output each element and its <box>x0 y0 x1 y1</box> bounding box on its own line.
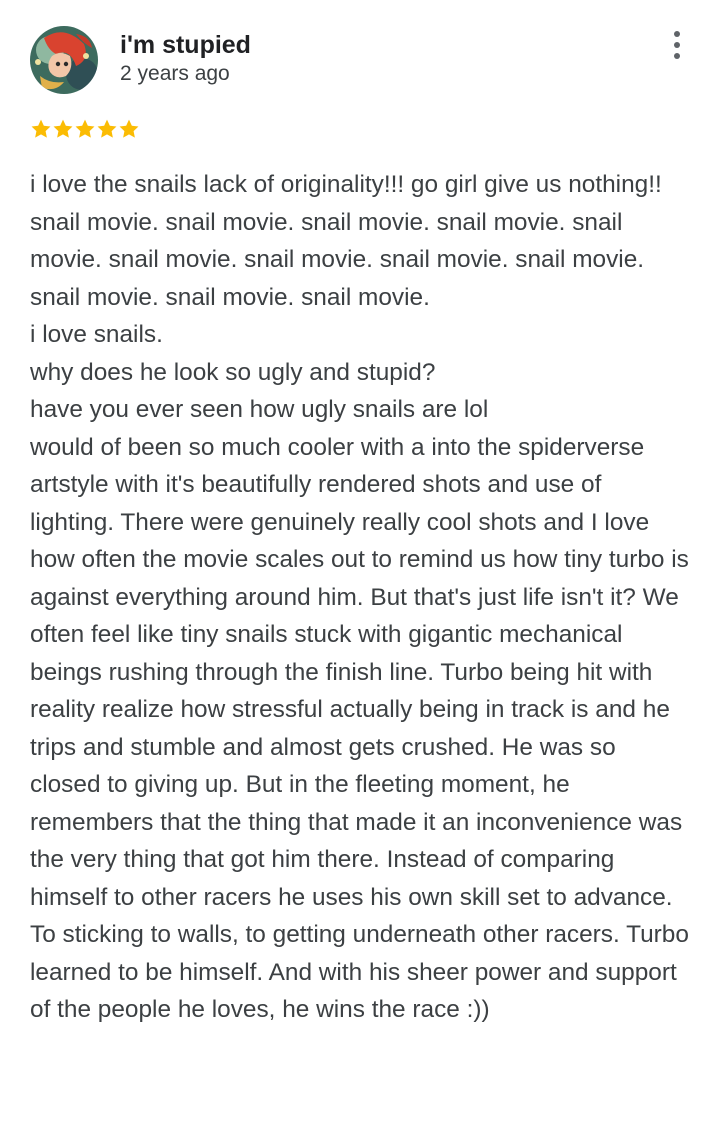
more-dot <box>674 53 680 59</box>
more-vert-icon[interactable] <box>664 26 690 60</box>
review-card: i'm stupied 2 years ago i love the snail… <box>0 0 720 1125</box>
review-date: 2 years ago <box>120 62 230 85</box>
star-icon <box>96 118 118 140</box>
review-header: i'm stupied 2 years ago <box>30 26 690 96</box>
avatar-image <box>30 26 98 94</box>
star-icon <box>30 118 52 140</box>
star-icon <box>118 118 140 140</box>
more-dot <box>674 42 680 48</box>
avatar[interactable] <box>30 26 98 94</box>
star-rating <box>30 118 140 146</box>
more-dot <box>674 31 680 37</box>
review-text: i love the snails lack of originality!!!… <box>30 171 689 1023</box>
reviewer-name: i'm stupied <box>120 31 251 59</box>
star-icon <box>74 118 96 140</box>
star-icon <box>52 118 74 140</box>
